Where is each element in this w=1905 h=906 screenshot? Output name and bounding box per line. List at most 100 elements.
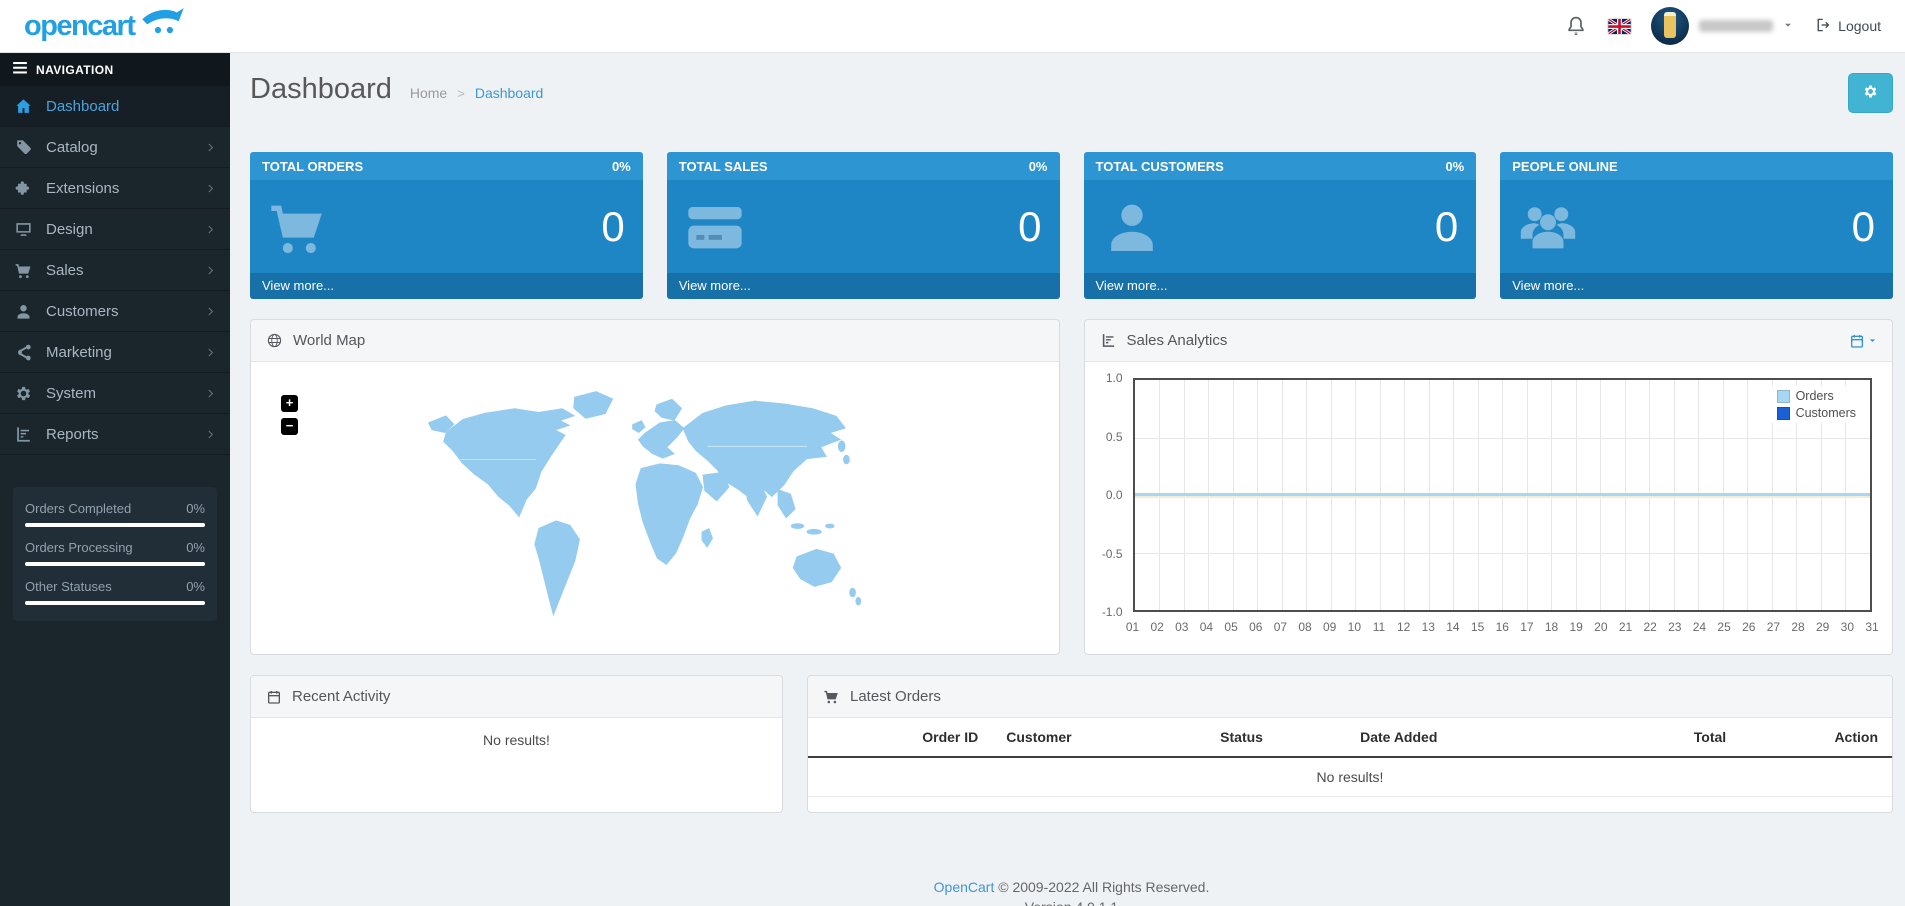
sales-chart-yaxis: 1.0 0.5 0.0 -0.5 -1.0	[1101, 371, 1123, 619]
home-icon	[14, 97, 33, 116]
stat-tiles: TOTAL ORDERS 0% 0 View more... TOTAL SAL…	[250, 152, 1893, 299]
logout-icon	[1813, 16, 1831, 37]
legend-swatch	[1776, 406, 1790, 420]
legend-entry-orders: Orders	[1776, 389, 1856, 403]
gear-icon	[14, 384, 33, 403]
cart-icon	[14, 261, 33, 280]
map-zoom-in-button[interactable]: +	[281, 395, 298, 412]
tile-value: 0	[1018, 202, 1042, 250]
tile-percent: 0%	[1445, 158, 1465, 174]
caret-down-icon	[1869, 339, 1876, 342]
tile-title: TOTAL ORDERS	[262, 158, 364, 174]
view-more-link[interactable]: View more...	[1500, 273, 1893, 299]
notifications-bell-icon[interactable]	[1564, 14, 1588, 38]
panel-title: Latest Orders	[850, 688, 941, 705]
tile-percent: 0%	[1028, 158, 1048, 174]
progress-bar	[25, 523, 205, 527]
report-chart-icon	[14, 425, 33, 444]
navigation-title: NAVIGATION	[36, 62, 114, 77]
opencart-footer-link[interactable]: OpenCart	[934, 879, 995, 895]
sidebar-item-design[interactable]: Design	[0, 209, 230, 250]
view-more-link[interactable]: View more...	[1083, 273, 1477, 299]
tile-value: 0	[601, 202, 625, 250]
column-header-customer: Customer	[992, 718, 1166, 758]
chevron-right-icon	[205, 224, 216, 235]
legend-label: Customers	[1795, 406, 1856, 420]
calendar-icon	[266, 689, 282, 705]
opencart-logo[interactable]: opencart	[24, 8, 185, 43]
chevron-right-icon	[205, 347, 216, 358]
sidebar-item-dashboard[interactable]: Dashboard	[0, 86, 230, 127]
latest-orders-table: Order ID Customer Status Date Added Tota…	[808, 718, 1892, 797]
version-text: Version 4.0.1.1	[250, 897, 1893, 906]
stat-value: 0%	[186, 501, 205, 516]
breadcrumb-separator: >	[457, 85, 465, 101]
world-map-body: + −	[251, 362, 1059, 654]
user-avatar	[1651, 7, 1690, 45]
view-more-link[interactable]: View more...	[250, 273, 643, 299]
sidebar-item-catalog[interactable]: Catalog	[0, 127, 230, 168]
sidebar-item-label: Customers	[46, 302, 119, 320]
latest-orders-empty: No results!	[808, 757, 1892, 797]
sales-chart-xaxis: 01 02 03 04 05 06 07 08 09 10 11 12 13 14 15 16 17 18 19 20…	[1125, 620, 1879, 634]
column-header-action: Action	[1740, 718, 1892, 758]
sidebar-item-reports[interactable]: Reports	[0, 414, 230, 455]
users-icon	[1516, 195, 1580, 259]
sidebar-item-marketing[interactable]: Marketing	[0, 332, 230, 373]
sales-chart-plot: Orders Customers	[1132, 378, 1872, 612]
stat-other-statuses: Other Statuses 0%	[25, 579, 205, 605]
recent-activity-panel: Recent Activity No results!	[250, 675, 783, 813]
world-map[interactable]	[417, 372, 892, 644]
breadcrumb-home-link[interactable]: Home	[410, 85, 447, 101]
order-status-stats: Orders Completed 0% Orders Processing 0%…	[13, 487, 217, 621]
stat-tile-total-orders: TOTAL ORDERS 0% 0 View more...	[250, 152, 643, 299]
tile-title: TOTAL SALES	[678, 158, 768, 174]
panel-title: Sales Analytics	[1126, 332, 1228, 349]
legend-swatch	[1776, 389, 1790, 403]
navigation-header[interactable]: NAVIGATION	[0, 53, 230, 86]
gear-icon	[1862, 83, 1879, 103]
dashboard-settings-button[interactable]	[1848, 73, 1893, 113]
user-icon	[14, 302, 33, 321]
top-bar-actions: Logout	[1564, 7, 1881, 45]
tile-title: TOTAL CUSTOMERS	[1095, 158, 1224, 174]
sidebar-item-extensions[interactable]: Extensions	[0, 168, 230, 209]
sidebar-item-customers[interactable]: Customers	[0, 291, 230, 332]
sidebar-item-label: Reports	[46, 425, 99, 443]
tile-title: PEOPLE ONLINE	[1512, 158, 1618, 174]
sidebar-item-label: Extensions	[46, 179, 120, 197]
column-header-status: Status	[1165, 718, 1318, 758]
stat-value: 0%	[186, 579, 205, 594]
logout-label: Logout	[1838, 18, 1881, 34]
copyright-text: © 2009-2022 All Rights Reserved.	[994, 879, 1210, 895]
chart-icon	[1100, 332, 1117, 349]
chevron-right-icon	[205, 142, 216, 153]
page-footer: OpenCart © 2009-2022 All Rights Reserved…	[250, 877, 1893, 906]
stat-tile-total-customers: TOTAL CUSTOMERS 0% 0 View more...	[1083, 152, 1477, 299]
recent-activity-empty: No results!	[483, 732, 550, 748]
monitor-icon	[14, 220, 33, 239]
column-header-total: Total	[1480, 718, 1741, 758]
sidebar-item-label: Marketing	[46, 343, 112, 361]
logout-button[interactable]: Logout	[1813, 16, 1881, 37]
cart-swoosh-icon	[141, 8, 185, 43]
stat-label: Orders Processing	[25, 540, 133, 555]
chevron-right-icon	[205, 183, 216, 194]
language-flag-uk-icon[interactable]	[1608, 18, 1632, 34]
date-range-dropdown-button[interactable]	[1849, 333, 1877, 349]
page-header: Dashboard Home > Dashboard	[250, 53, 1893, 152]
stat-value: 0%	[186, 540, 205, 555]
user-menu[interactable]	[1651, 7, 1793, 45]
cart-icon	[823, 688, 840, 705]
panel-title: Recent Activity	[292, 688, 391, 705]
panel-title: World Map	[293, 332, 366, 349]
sidebar-item-sales[interactable]: Sales	[0, 250, 230, 291]
column-header-order-id: Order ID	[808, 718, 993, 758]
view-more-link[interactable]: View more...	[666, 273, 1060, 299]
sidebar-item-label: Dashboard	[46, 97, 120, 115]
map-zoom-out-button[interactable]: −	[281, 418, 298, 435]
sidebar-item-system[interactable]: System	[0, 373, 230, 414]
breadcrumb-current-link[interactable]: Dashboard	[475, 85, 544, 101]
caret-down-icon	[1783, 17, 1793, 35]
share-icon	[14, 343, 33, 362]
